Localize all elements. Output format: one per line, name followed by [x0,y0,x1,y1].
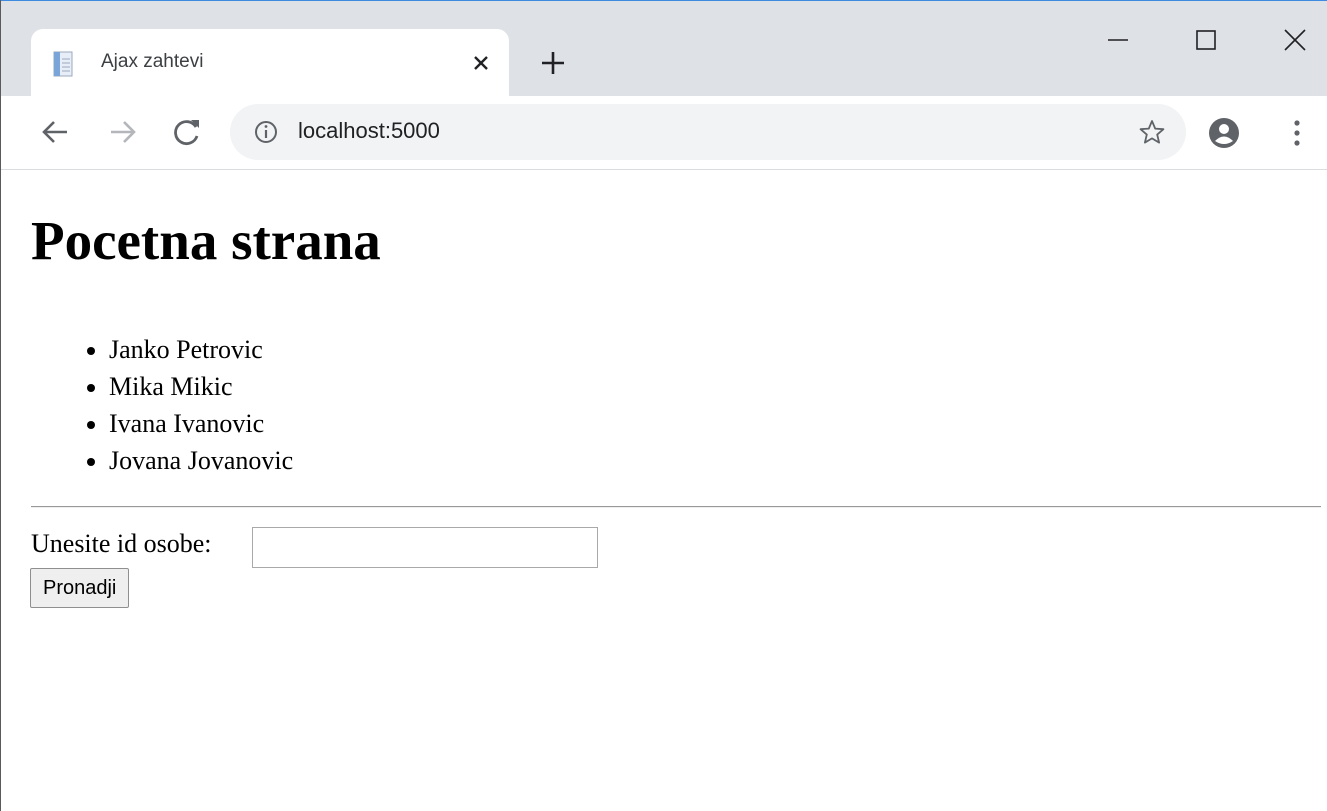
browser-toolbar: localhost:5000 [1,96,1327,170]
page-title: Pocetna strana [31,210,381,271]
arrow-right-icon[interactable] [105,114,141,150]
arrow-left-icon[interactable] [37,114,73,150]
person-id-input[interactable] [252,527,598,568]
minimize-icon[interactable] [1096,19,1140,63]
account-icon[interactable] [1207,116,1241,150]
address-bar[interactable]: localhost:5000 [230,104,1186,160]
tab-active[interactable]: Ajax zahtevi [31,29,509,97]
list-item: Ivana Ivanovic [109,405,293,442]
page-content: Pocetna strana Janko Petrovic Mika Mikic… [1,171,1327,811]
maximize-icon[interactable] [1184,19,1228,63]
browser-window: Ajax zahtevi localhost:5000 Pocetna stra… [0,0,1327,811]
list-item: Janko Petrovic [109,331,293,368]
list-item: Jovana Jovanovic [109,442,293,479]
new-tab-plus-icon[interactable] [537,47,569,79]
reload-icon[interactable] [169,114,205,150]
divider [31,506,1321,508]
person-list: Janko Petrovic Mika Mikic Ivana Ivanovic… [109,331,293,479]
tab-close-icon[interactable] [467,49,495,77]
tab-title: Ajax zahtevi [101,51,204,72]
find-button[interactable]: Pronadji [30,568,130,608]
kebab-menu-icon[interactable] [1287,116,1307,150]
document-icon [53,51,73,77]
window-close-icon[interactable] [1273,19,1317,63]
list-item: Mika Mikic [109,368,293,405]
address-bar-url[interactable]: localhost:5000 [298,118,440,144]
tab-strip: Ajax zahtevi [1,0,1327,97]
info-icon[interactable] [254,120,278,144]
id-label: Unesite id osobe: [31,529,212,558]
star-icon[interactable] [1138,118,1166,146]
